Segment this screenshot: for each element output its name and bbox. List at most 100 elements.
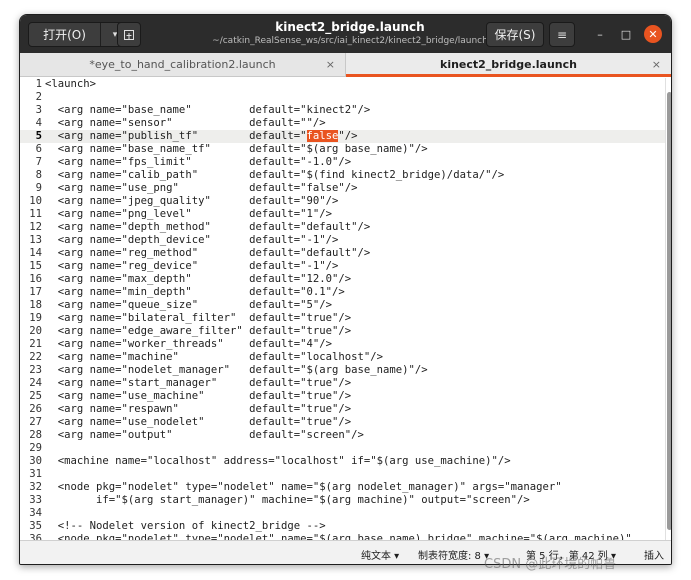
code-line[interactable]: 18 <arg name="queue_size" default="5"/> — [20, 299, 665, 312]
code-line[interactable]: 7 <arg name="fps_limit" default="-1.0"/> — [20, 156, 665, 169]
tab-close-icon[interactable]: × — [652, 58, 661, 71]
line-number: 35 — [29, 520, 42, 532]
line-number: 1 — [35, 78, 42, 90]
close-window-icon[interactable]: ✕ — [644, 25, 662, 43]
code-line[interactable]: 15 <arg name="reg_device" default="-1"/> — [20, 260, 665, 273]
code-text: <arg name="png_level" default="1"/> — [45, 208, 333, 220]
insert-mode-indicator[interactable]: 插入 — [644, 547, 664, 562]
code-line[interactable]: 21 <arg name="worker_threads" default="4… — [20, 338, 665, 351]
code-line[interactable]: 5 <arg name="publish_tf" default="false"… — [20, 130, 665, 143]
hamburger-menu-icon[interactable]: ≡ — [549, 22, 575, 47]
code-line[interactable]: 23 <arg name="nodelet_manager" default="… — [20, 364, 665, 377]
new-tab-icon — [124, 29, 134, 40]
window-title: kinect2_bridge.launch — [275, 20, 425, 34]
text-editor[interactable]: 1 <launch> 2 3 <arg name="base_name" defaul… — [20, 78, 665, 540]
line-number: 6 — [35, 143, 42, 155]
code-line[interactable]: 3 <arg name="base_name" default="kinect2… — [20, 104, 665, 117]
code-line[interactable]: 36 <node pkg="nodelet" type="nodelet" na… — [20, 533, 665, 540]
code-line[interactable]: 13 <arg name="depth_device" default="-1"… — [20, 234, 665, 247]
line-number: 27 — [29, 416, 42, 428]
code-line[interactable]: 10 <arg name="jpeg_quality" default="90"… — [20, 195, 665, 208]
code-text-after-selection: "/> — [338, 130, 358, 142]
code-line[interactable]: 33 if="$(arg start_manager)" machine="$(… — [20, 494, 665, 507]
code-line[interactable]: 31 — [20, 468, 665, 481]
code-line[interactable]: 35 <!-- Nodelet version of kinect2_bridg… — [20, 520, 665, 533]
open-button-label: 打开(O) — [29, 23, 101, 46]
code-text: <!-- Nodelet version of kinect2_bridge -… — [45, 520, 326, 532]
code-text: <arg name="max_depth" default="12.0"/> — [45, 273, 352, 285]
code-line[interactable]: 19 <arg name="bilateral_filter" default=… — [20, 312, 665, 325]
minimize-icon[interactable]: – — [591, 25, 609, 43]
line-number: 36 — [29, 533, 42, 540]
code-text: <arg name="use_nodelet" default="true"/> — [45, 416, 352, 428]
code-text: <arg name="machine" default="localhost"/… — [45, 351, 384, 363]
line-number: 32 — [29, 481, 42, 493]
new-document-button[interactable] — [117, 22, 141, 47]
code-text: <arg name="reg_method" default="default"… — [45, 247, 371, 259]
vertical-scrollbar[interactable] — [665, 78, 671, 540]
code-text: if="$(arg start_manager)" machine="$(arg… — [45, 494, 530, 506]
watermark: CSDN @此环境的帕鲁 — [484, 557, 617, 572]
code-text: <arg name="base_name" default="kinect2"/… — [45, 104, 371, 116]
code-line[interactable]: 24 <arg name="start_manager" default="tr… — [20, 377, 665, 390]
line-number: 17 — [29, 286, 42, 298]
code-line[interactable]: 17 <arg name="min_depth" default="0.1"/> — [20, 286, 665, 299]
line-number: 20 — [29, 325, 42, 337]
line-number: 31 — [29, 468, 42, 480]
code-line[interactable]: 8 <arg name="calib_path" default="$(find… — [20, 169, 665, 182]
code-line[interactable]: 9 <arg name="use_png" default="false"/> — [20, 182, 665, 195]
line-number: 5 — [35, 130, 42, 142]
code-line[interactable]: 2 — [20, 91, 665, 104]
code-line[interactable]: 1 <launch> — [20, 78, 665, 91]
line-number: 2 — [35, 91, 42, 103]
line-number: 24 — [29, 377, 42, 389]
code-text: <arg name="jpeg_quality" default="90"/> — [45, 195, 339, 207]
save-button[interactable]: 保存(S) — [486, 22, 544, 47]
code-line[interactable]: 12 <arg name="depth_method" default="def… — [20, 221, 665, 234]
code-line[interactable]: 28 <arg name="output" default="screen"/> — [20, 429, 665, 442]
line-number: 3 — [35, 104, 42, 116]
tab-bar: *eye_to_hand_calibration2.launch × kinec… — [20, 53, 671, 77]
code-line[interactable]: 22 <arg name="machine" default="localhos… — [20, 351, 665, 364]
code-line[interactable]: 30 <machine name="localhost" address="lo… — [20, 455, 665, 468]
line-number: 16 — [29, 273, 42, 285]
line-number: 11 — [29, 208, 42, 220]
code-text: <arg name="nodelet_manager" default="$(a… — [45, 364, 428, 376]
code-line[interactable]: 16 <arg name="max_depth" default="12.0"/… — [20, 273, 665, 286]
code-line[interactable]: 14 <arg name="reg_method" default="defau… — [20, 247, 665, 260]
code-line[interactable]: 11 <arg name="png_level" default="1"/> — [20, 208, 665, 221]
code-line[interactable]: 29 — [20, 442, 665, 455]
code-line[interactable]: 34 — [20, 507, 665, 520]
tab-close-icon[interactable]: × — [326, 58, 335, 71]
scrollbar-thumb[interactable] — [667, 92, 671, 530]
code-line[interactable]: 26 <arg name="respawn" default="true"/> — [20, 403, 665, 416]
line-number: 33 — [29, 494, 42, 506]
line-number: 30 — [29, 455, 42, 467]
code-line[interactable]: 4 <arg name="sensor" default=""/> — [20, 117, 665, 130]
code-line[interactable]: 32 <node pkg="nodelet" type="nodelet" na… — [20, 481, 665, 494]
code-line[interactable]: 27 <arg name="use_nodelet" default="true… — [20, 416, 665, 429]
line-number: 10 — [29, 195, 42, 207]
code-line[interactable]: 6 <arg name="base_name_tf" default="$(ar… — [20, 143, 665, 156]
code-line[interactable]: 25 <arg name="use_machine" default="true… — [20, 390, 665, 403]
maximize-icon[interactable]: □ — [617, 25, 635, 43]
search-highlight: false — [306, 130, 339, 142]
tab-eye-to-hand-calibration[interactable]: *eye_to_hand_calibration2.launch × — [20, 53, 345, 76]
tab-width-selector[interactable]: 制表符宽度: 8 ▾ — [418, 547, 489, 562]
language-selector[interactable]: 纯文本 ▾ — [361, 547, 399, 562]
code-text: <node pkg="nodelet" type="nodelet" name=… — [45, 533, 632, 540]
tab-label: kinect2_bridge.launch — [440, 58, 577, 71]
code-text: <arg name="output" default="screen"/> — [45, 429, 364, 441]
tab-kinect2-bridge[interactable]: kinect2_bridge.launch × — [346, 53, 671, 77]
window-subtitle: ~/catkin_RealSense_ws/src/iai_kinect2/ki… — [212, 36, 488, 46]
code-text: <arg name="fps_limit" default="-1.0"/> — [45, 156, 352, 168]
code-text: <arg name="reg_device" default="-1"/> — [45, 260, 339, 272]
code-text: <launch> — [45, 78, 97, 90]
line-number: 23 — [29, 364, 42, 376]
line-number: 29 — [29, 442, 42, 454]
open-button[interactable]: 打开(O) ▾ — [28, 22, 130, 47]
code-text: <arg name="use_machine" default="true"/> — [45, 390, 352, 402]
code-line[interactable]: 20 <arg name="edge_aware_filter" default… — [20, 325, 665, 338]
code-text: <arg name="respawn" default="true"/> — [45, 403, 352, 415]
code-text: <arg name="edge_aware_filter" default="t… — [45, 325, 352, 337]
